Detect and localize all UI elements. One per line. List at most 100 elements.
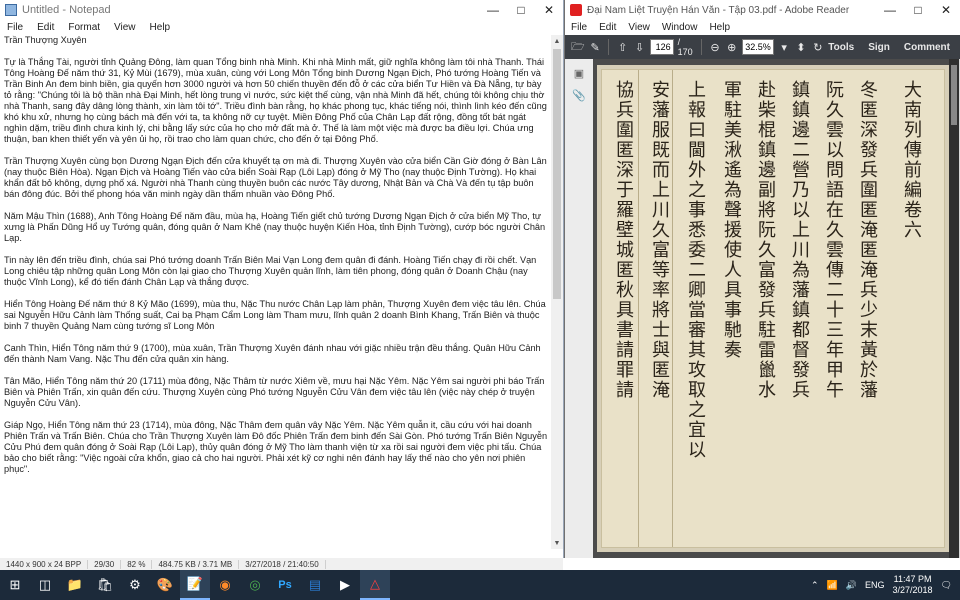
reader-menubar: File Edit View Window Help — [565, 20, 960, 35]
reader-toolbar: 🗁 ✎ ⇧ ⇩ 126 / 170 ⊖ ⊕ 32.5% ▾ ⬍ ↻ Tools … — [565, 35, 960, 59]
system-tray: ⌃ 📶 🔊 ENG 11:47 PM 3/27/2018 🗨 — [811, 574, 960, 596]
attachments-icon[interactable]: 📎 — [572, 89, 586, 103]
language-indicator[interactable]: ENG — [865, 580, 885, 590]
chrome-icon[interactable]: ◎ — [240, 570, 270, 600]
edit-pdf-icon[interactable]: ✎ — [589, 39, 602, 55]
notifications-icon[interactable]: 🗨 — [941, 580, 952, 591]
menu-help[interactable]: Help — [143, 22, 178, 33]
page-total: / 170 — [677, 37, 693, 57]
reader-window: Đại Nam Liệt Truyện Hán Văn - Tập 03.pdf… — [564, 0, 960, 558]
zoom-input[interactable]: 32.5% — [742, 39, 774, 55]
status-size: 484.75 KB / 3.71 MB — [152, 559, 240, 569]
column-rule — [638, 70, 639, 547]
open-file-icon[interactable]: 🗁 — [571, 39, 585, 55]
text-paragraph: Hiển Tông Hoàng Đế năm thứ 8 Kỷ Mão (169… — [4, 299, 546, 331]
text-column: 上報曰閫外之事悉委二卿當審其攻取之宜以 — [685, 80, 706, 460]
volume-icon[interactable]: 🔊 — [846, 580, 857, 591]
toolbar-right-group: Tools Sign Comment — [828, 42, 960, 53]
page-thumbnails-icon[interactable]: ▣ — [572, 67, 586, 81]
firefox-icon[interactable]: ◉ — [210, 570, 240, 600]
file-explorer-icon[interactable]: 📁 — [60, 570, 90, 600]
navigation-pane: ▣ 📎 — [565, 59, 593, 558]
text-column: 軍駐美湫遙為聲援使人具事馳奏 — [721, 80, 742, 360]
menu-help[interactable]: Help — [703, 22, 736, 33]
zoom-in-icon[interactable]: ⊕ — [725, 39, 738, 55]
text-column: 鎮鎮邊二營乃以上川為藩鎮都督發兵 — [789, 80, 810, 400]
scroll-thumb[interactable] — [951, 65, 957, 125]
text-paragraph: Giáp Ngọ, Hiển Tông năm thứ 23 (1714), m… — [4, 420, 548, 474]
adobe-reader-taskbar-icon[interactable]: △ — [360, 570, 390, 600]
clock-date: 3/27/2018 — [892, 585, 933, 595]
photoshop-icon[interactable]: Ps — [270, 570, 300, 600]
menu-file[interactable]: File — [565, 22, 593, 33]
notepad-text-area[interactable]: Trần Thượng Xuyên Tự là Thắng Tài, người… — [4, 35, 549, 549]
task-view-icon[interactable]: ◫ — [30, 570, 60, 600]
status-zoom: 82 % — [121, 559, 153, 569]
scroll-thumb[interactable] — [553, 49, 561, 299]
text-paragraph: Trần Thượng Xuyên cùng bọn Dương Ngạn Đị… — [4, 156, 547, 199]
text-paragraph: Trần Thượng Xuyên — [4, 35, 87, 45]
notepad-title: Untitled - Notepad — [22, 4, 111, 16]
pdf-page[interactable]: 協兵圍匿深于羅壁城匿秋具書請罪請 安藩服既而上川久富等率將士與匿淹 上報曰閫外之… — [597, 65, 949, 552]
settings-gear-icon[interactable]: ⚙ — [120, 570, 150, 600]
scroll-up-icon[interactable]: ▲ — [551, 35, 563, 47]
network-icon[interactable]: 📶 — [827, 580, 838, 591]
notepad-menubar: File Edit Format View Help — [0, 20, 563, 35]
store-icon[interactable]: 🛍 — [90, 570, 120, 600]
menu-edit[interactable]: Edit — [30, 22, 61, 33]
comment-button[interactable]: Comment — [904, 42, 950, 53]
text-column: 赴柴棍鎮邊副將阮久富發兵駐雷巤水 — [755, 80, 776, 400]
notepad-window: Untitled - Notepad — □ ✕ File Edit Forma… — [0, 0, 564, 558]
minimize-button[interactable]: — — [876, 0, 904, 20]
rotate-icon[interactable]: ↻ — [811, 39, 824, 55]
sign-button[interactable]: Sign — [868, 42, 890, 53]
zoom-out-icon[interactable]: ⊖ — [709, 39, 722, 55]
toolbar-separator — [700, 39, 702, 55]
close-button[interactable]: ✕ — [535, 0, 563, 20]
clock-time: 11:47 PM — [893, 574, 932, 584]
text-paragraph: Năm Mậu Thìn (1688), Anh Tông Hoàng Đế n… — [4, 211, 546, 243]
menu-window[interactable]: Window — [656, 22, 704, 33]
notepad-icon — [5, 4, 17, 16]
reader-title: Đại Nam Liệt Truyện Hán Văn - Tập 03.pdf… — [587, 4, 850, 16]
menu-view[interactable]: View — [622, 22, 656, 33]
menu-format[interactable]: Format — [61, 22, 107, 33]
menu-file[interactable]: File — [0, 22, 30, 33]
clock[interactable]: 11:47 PM 3/27/2018 — [893, 574, 933, 596]
minimize-button[interactable]: — — [479, 0, 507, 20]
fit-page-icon[interactable]: ⬍ — [795, 39, 808, 55]
text-column: 安藩服既而上川久富等率將士與匿淹 — [649, 80, 670, 400]
next-page-icon[interactable]: ⇩ — [633, 39, 646, 55]
zoom-dropdown-icon[interactable]: ▾ — [778, 39, 791, 55]
column-rule — [672, 70, 673, 547]
paint-icon[interactable]: 🎨 — [150, 570, 180, 600]
media-player-icon[interactable]: ▶ — [330, 570, 360, 600]
scanned-page-image: 協兵圍匿深于羅壁城匿秋具書請罪請 安藩服既而上川久富等率將士與匿淹 上報曰閫外之… — [601, 69, 945, 548]
text-column: 冬匿深發兵圍匿淹匿淹兵少末黃於藩 — [857, 80, 878, 400]
windows-taskbar: ⊞ ◫ 📁 🛍 ⚙ 🎨 📝 ◉ ◎ Ps ▤ ▶ △ ⌃ 📶 🔊 ENG 11:… — [0, 570, 960, 600]
menu-edit[interactable]: Edit — [593, 22, 622, 33]
text-paragraph: Canh Thìn, Hiển Tông năm thứ 9 (1700), m… — [4, 343, 541, 364]
status-bar: 1440 x 900 x 24 BPP 29/30 82 % 484.75 KB… — [0, 558, 563, 570]
text-paragraph: Tin này lên đến triều đình, chúa sai Phó… — [4, 255, 537, 287]
notepad-titlebar[interactable]: Untitled - Notepad — □ ✕ — [0, 0, 563, 20]
notepad-vertical-scrollbar[interactable]: ▲ ▼ — [551, 35, 563, 549]
start-windows-icon[interactable]: ⊞ — [0, 570, 30, 600]
maximize-button[interactable]: □ — [904, 0, 932, 20]
tools-button[interactable]: Tools — [828, 42, 854, 53]
adobe-reader-icon — [570, 4, 582, 16]
text-column: 大南列傳前編卷六 — [901, 80, 922, 240]
word-icon[interactable]: ▤ — [300, 570, 330, 600]
scroll-down-icon[interactable]: ▼ — [551, 537, 563, 549]
text-column: 阮久雲以問語在久雲傳二十三年甲午 — [823, 80, 844, 400]
show-hidden-icons-icon[interactable]: ⌃ — [811, 580, 819, 591]
notepad-taskbar-icon[interactable]: 📝 — [180, 570, 210, 600]
reader-vertical-scrollbar[interactable] — [949, 59, 959, 558]
status-page: 29/30 — [88, 559, 122, 569]
page-number-input[interactable]: 126 — [649, 39, 674, 55]
reader-titlebar[interactable]: Đại Nam Liệt Truyện Hán Văn - Tập 03.pdf… — [565, 0, 960, 20]
close-button[interactable]: ✕ — [932, 0, 960, 20]
menu-view[interactable]: View — [107, 22, 143, 33]
previous-page-icon[interactable]: ⇧ — [616, 39, 629, 55]
maximize-button[interactable]: □ — [507, 0, 535, 20]
